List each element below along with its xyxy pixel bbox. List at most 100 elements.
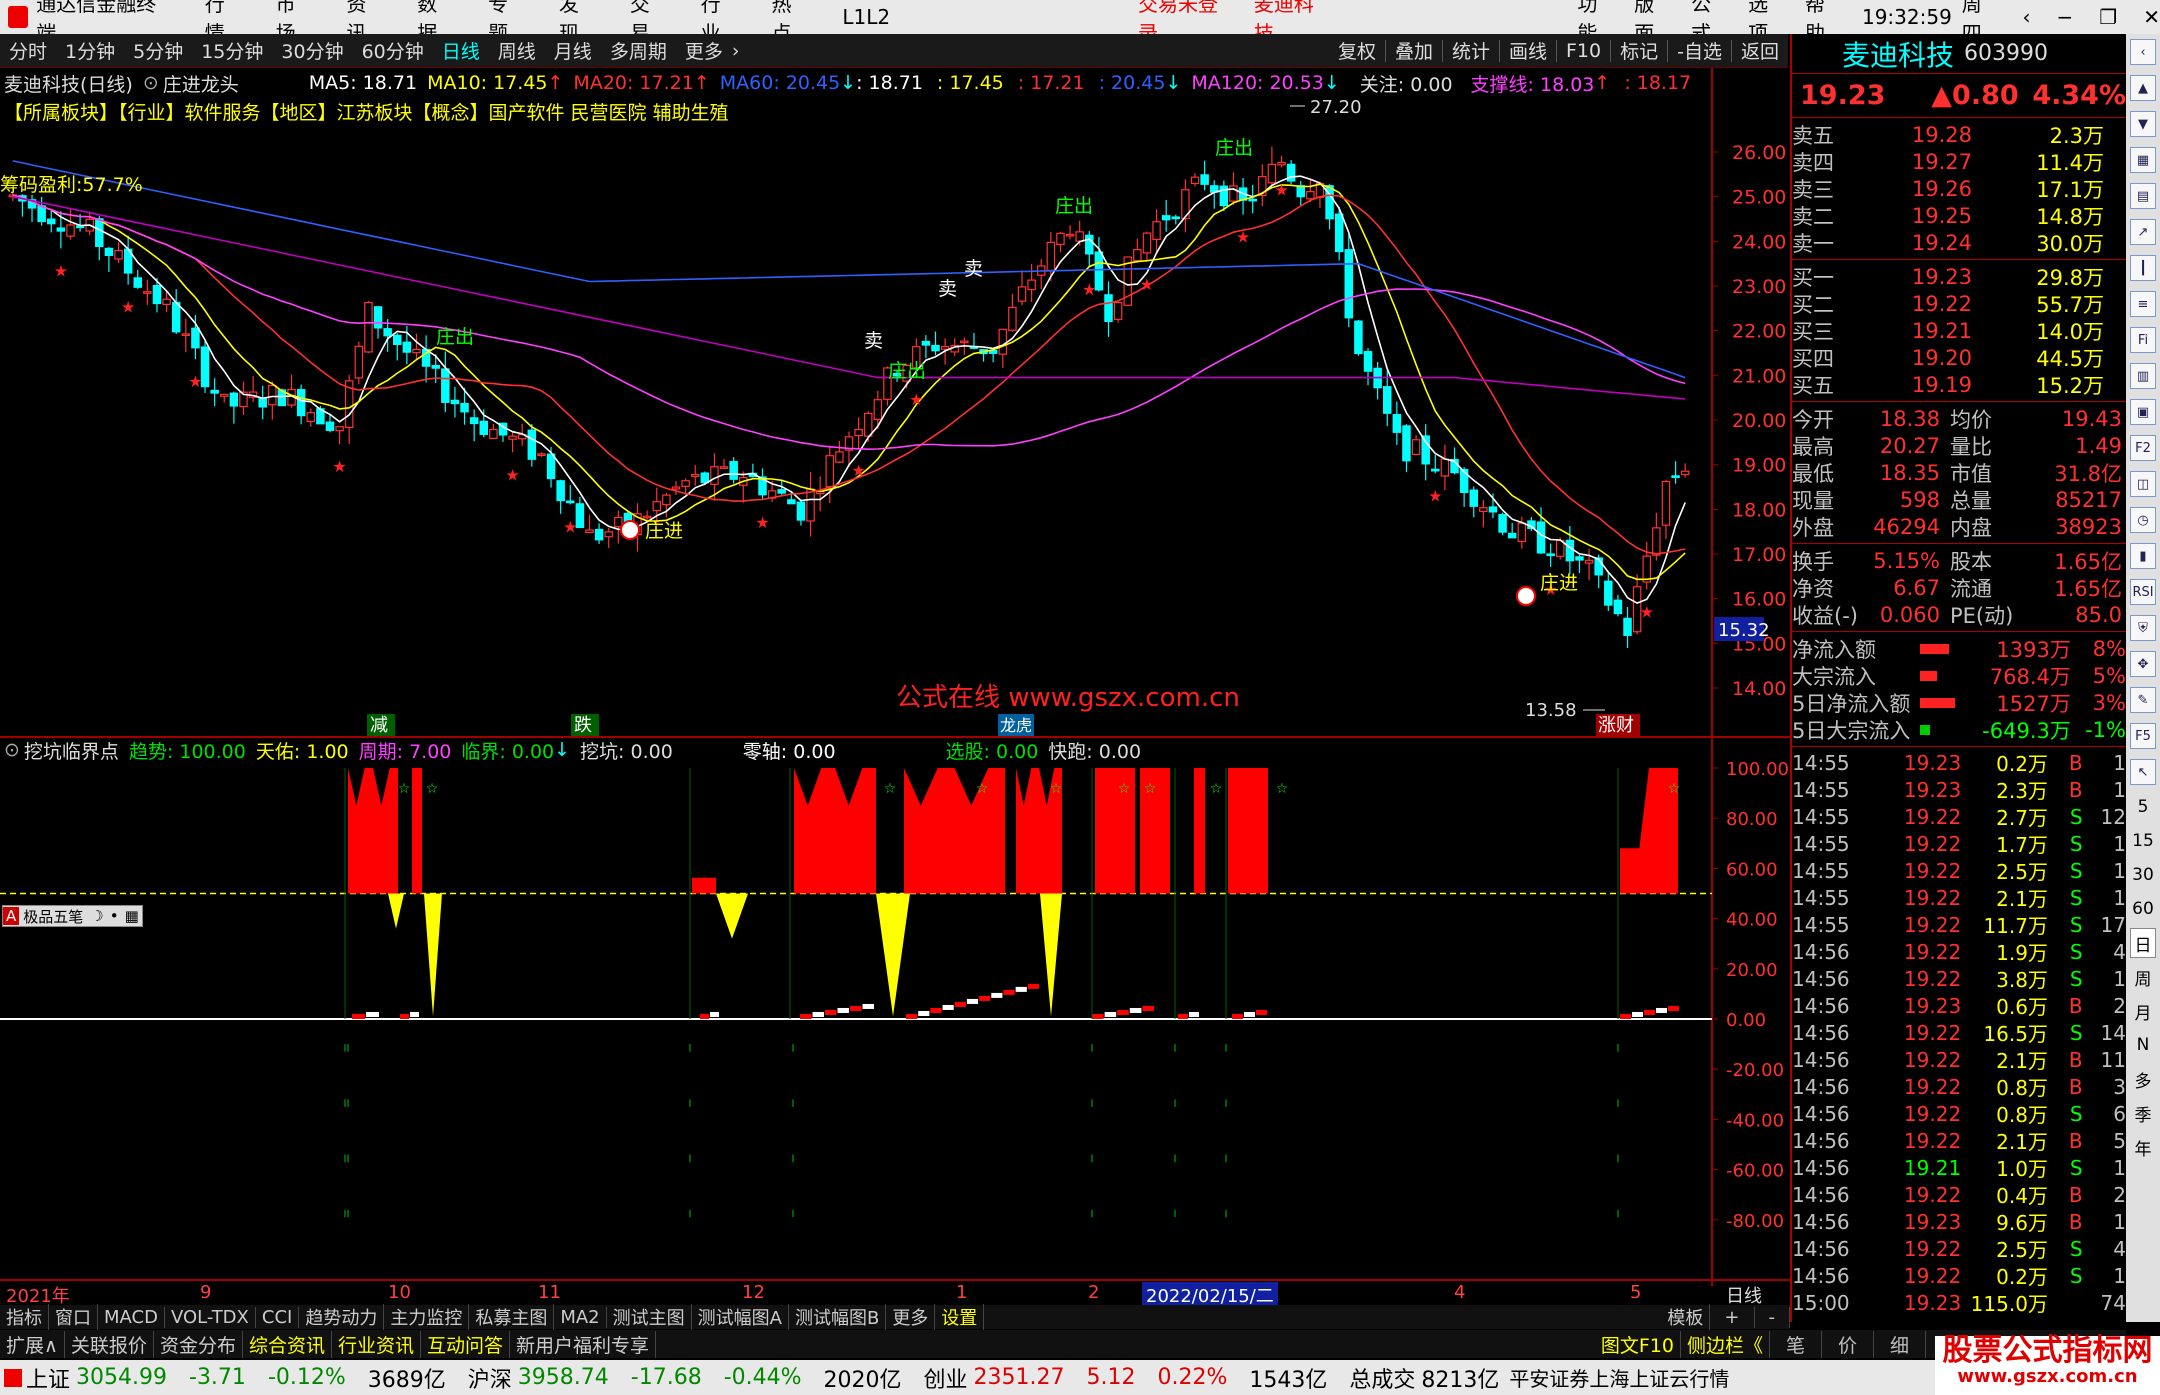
- remove-watchlist-button[interactable]: -自选: [1668, 37, 1731, 64]
- minimize-icon[interactable]: −: [2057, 5, 2074, 29]
- period-tab[interactable]: 15分钟: [192, 37, 272, 64]
- add-button[interactable]: +: [1710, 1306, 1755, 1328]
- tab[interactable]: CCI: [256, 1306, 300, 1328]
- period-day[interactable]: 日: [2130, 928, 2156, 958]
- back-icon[interactable]: ‹: [2023, 5, 2031, 29]
- period-30[interactable]: 30: [2130, 860, 2156, 890]
- tab[interactable]: 资金分布: [154, 1330, 243, 1358]
- period-n[interactable]: N: [2130, 1030, 2156, 1060]
- draw-button[interactable]: 画线: [1500, 37, 1556, 64]
- up-icon[interactable]: ▲: [2130, 75, 2156, 101]
- indicator-icon[interactable]: ⊙: [143, 72, 159, 94]
- bid-row[interactable]: 买三 19.21 14.0万: [1792, 317, 2126, 344]
- tab[interactable]: 细: [1874, 1330, 1926, 1358]
- table-icon[interactable]: ▤: [2130, 183, 2156, 209]
- return-button[interactable]: 返回: [1732, 37, 1788, 64]
- grid-icon[interactable]: ▦: [2130, 147, 2156, 173]
- tab[interactable]: 测试主图: [607, 1304, 692, 1330]
- close-icon[interactable]: ✕: [2143, 5, 2160, 29]
- period-week[interactable]: 周: [2130, 962, 2156, 992]
- remove-button[interactable]: -: [1755, 1306, 1790, 1328]
- tab[interactable]: 趋势动力: [299, 1304, 385, 1330]
- tab[interactable]: 主力监控: [384, 1304, 470, 1330]
- sz-index-name[interactable]: 沪深: [468, 1362, 512, 1394]
- bid-row[interactable]: 买一 19.23 29.8万: [1792, 263, 2126, 290]
- bid-row[interactable]: 买四 19.20 44.5万: [1792, 344, 2126, 371]
- ask-row[interactable]: 卖四 19.27 11.4万: [1792, 148, 2126, 175]
- f10-button[interactable]: F10: [1557, 40, 1610, 62]
- period-tab[interactable]: 1分钟: [56, 37, 124, 64]
- tab[interactable]: 更多: [886, 1304, 936, 1330]
- f10-icon[interactable]: Fi: [2130, 327, 2156, 353]
- period-15[interactable]: 15: [2130, 826, 2156, 856]
- tab[interactable]: 窗口: [49, 1304, 98, 1330]
- period-tab[interactable]: 60分钟: [353, 37, 433, 64]
- tab[interactable]: 关联报价: [65, 1330, 154, 1358]
- doc-icon[interactable]: ▣: [2130, 399, 2156, 425]
- ask-row[interactable]: 卖五 19.28 2.3万: [1792, 121, 2126, 148]
- bid-row[interactable]: 买二 19.22 55.7万: [1792, 290, 2126, 317]
- period-season[interactable]: 季: [2130, 1098, 2156, 1128]
- ask-row[interactable]: 卖一 19.24 30.0万: [1792, 229, 2126, 256]
- cursor-icon[interactable]: ↖: [2130, 759, 2156, 785]
- period-year[interactable]: 年: [2130, 1132, 2156, 1162]
- period-60[interactable]: 60: [2130, 894, 2156, 924]
- down-icon[interactable]: ▼: [2130, 111, 2156, 137]
- cy-index-name[interactable]: 创业: [924, 1362, 968, 1394]
- kline-icon[interactable]: ┃: [2130, 255, 2156, 281]
- tab[interactable]: MA2: [554, 1306, 607, 1328]
- restore-icon[interactable]: ❐: [2099, 5, 2117, 29]
- indicator-name[interactable]: 庄进龙头: [163, 70, 239, 97]
- menu-item[interactable]: L1L2: [842, 5, 890, 29]
- move-icon[interactable]: ✥: [2130, 651, 2156, 677]
- ask-row[interactable]: 卖三 19.26 17.1万: [1792, 175, 2126, 202]
- list-icon[interactable]: ≡: [2130, 291, 2156, 317]
- period-tab[interactable]: 5分钟: [124, 37, 192, 64]
- overlay-button[interactable]: 叠加: [1386, 37, 1442, 64]
- tab[interactable]: 测试幅图B: [789, 1304, 887, 1330]
- tab[interactable]: 测试幅图A: [692, 1304, 789, 1330]
- tab[interactable]: 行业资讯: [332, 1330, 421, 1358]
- tab[interactable]: 互动问答: [421, 1330, 510, 1358]
- tab[interactable]: 指标: [0, 1304, 49, 1330]
- rsi-icon[interactable]: RSI: [2130, 579, 2156, 605]
- period-tab[interactable]: 分时: [0, 37, 56, 64]
- tab[interactable]: 价: [1822, 1330, 1874, 1358]
- tab[interactable]: 私募主图: [469, 1304, 555, 1330]
- tab[interactable]: 侧边栏《: [1681, 1330, 1770, 1358]
- fuquan-button[interactable]: 复权: [1329, 37, 1385, 64]
- bars-icon[interactable]: ▮: [2130, 543, 2156, 569]
- news-icon[interactable]: ▥: [2130, 363, 2156, 389]
- period-tab[interactable]: 更多: [676, 37, 732, 64]
- ask-row[interactable]: 卖二 19.25 14.8万: [1792, 202, 2126, 229]
- period-tab[interactable]: 30分钟: [272, 37, 352, 64]
- ime-dot-icon[interactable]: •: [107, 907, 122, 925]
- line-chart-icon[interactable]: ↗: [2130, 219, 2156, 245]
- tab[interactable]: 笔: [1770, 1330, 1822, 1358]
- tab[interactable]: 图文F10: [1595, 1330, 1681, 1358]
- pen-icon[interactable]: ✎: [2130, 687, 2156, 713]
- lower-indicator-name[interactable]: 挖坑临界点: [24, 737, 119, 764]
- chevron-right-icon[interactable]: ›: [732, 40, 740, 62]
- ime-toolbar[interactable]: A 极品五笔 ☽ • ▦: [2, 905, 143, 927]
- period-5[interactable]: 5: [2130, 792, 2156, 822]
- shield-icon[interactable]: ⛨: [2130, 615, 2156, 641]
- period-multi[interactable]: 多: [2130, 1064, 2156, 1094]
- template-button[interactable]: 模板: [1661, 1304, 1711, 1330]
- ime-keyboard-icon[interactable]: ▦: [122, 907, 142, 925]
- f5-icon[interactable]: F5: [2130, 723, 2156, 749]
- tab[interactable]: 新用户福利专享: [510, 1330, 657, 1358]
- tab[interactable]: 扩展∧: [0, 1330, 65, 1358]
- layout-icon[interactable]: ◫: [2130, 471, 2156, 497]
- tick-list[interactable]: 14:55 19.23 0.2万 B 1 14:55 19.23 2.3万 B 1 14:55 19.…: [1792, 747, 2126, 1318]
- tab[interactable]: MACD: [98, 1306, 165, 1328]
- kline-chart[interactable]: 26.00 25.00 24.00 23.00 22.00 21.00 20.00 19.00…: [0, 68, 1790, 1288]
- indicator-icon[interactable]: ⊙: [4, 739, 20, 761]
- period-tab[interactable]: 多周期: [601, 37, 676, 64]
- period-tab[interactable]: 月线: [545, 37, 601, 64]
- ime-moon-icon[interactable]: ☽: [87, 907, 106, 925]
- tab[interactable]: 设置: [935, 1304, 985, 1330]
- f2-icon[interactable]: F2: [2130, 435, 2156, 461]
- period-tab[interactable]: 周线: [489, 37, 545, 64]
- clock-icon[interactable]: ◷: [2130, 507, 2156, 533]
